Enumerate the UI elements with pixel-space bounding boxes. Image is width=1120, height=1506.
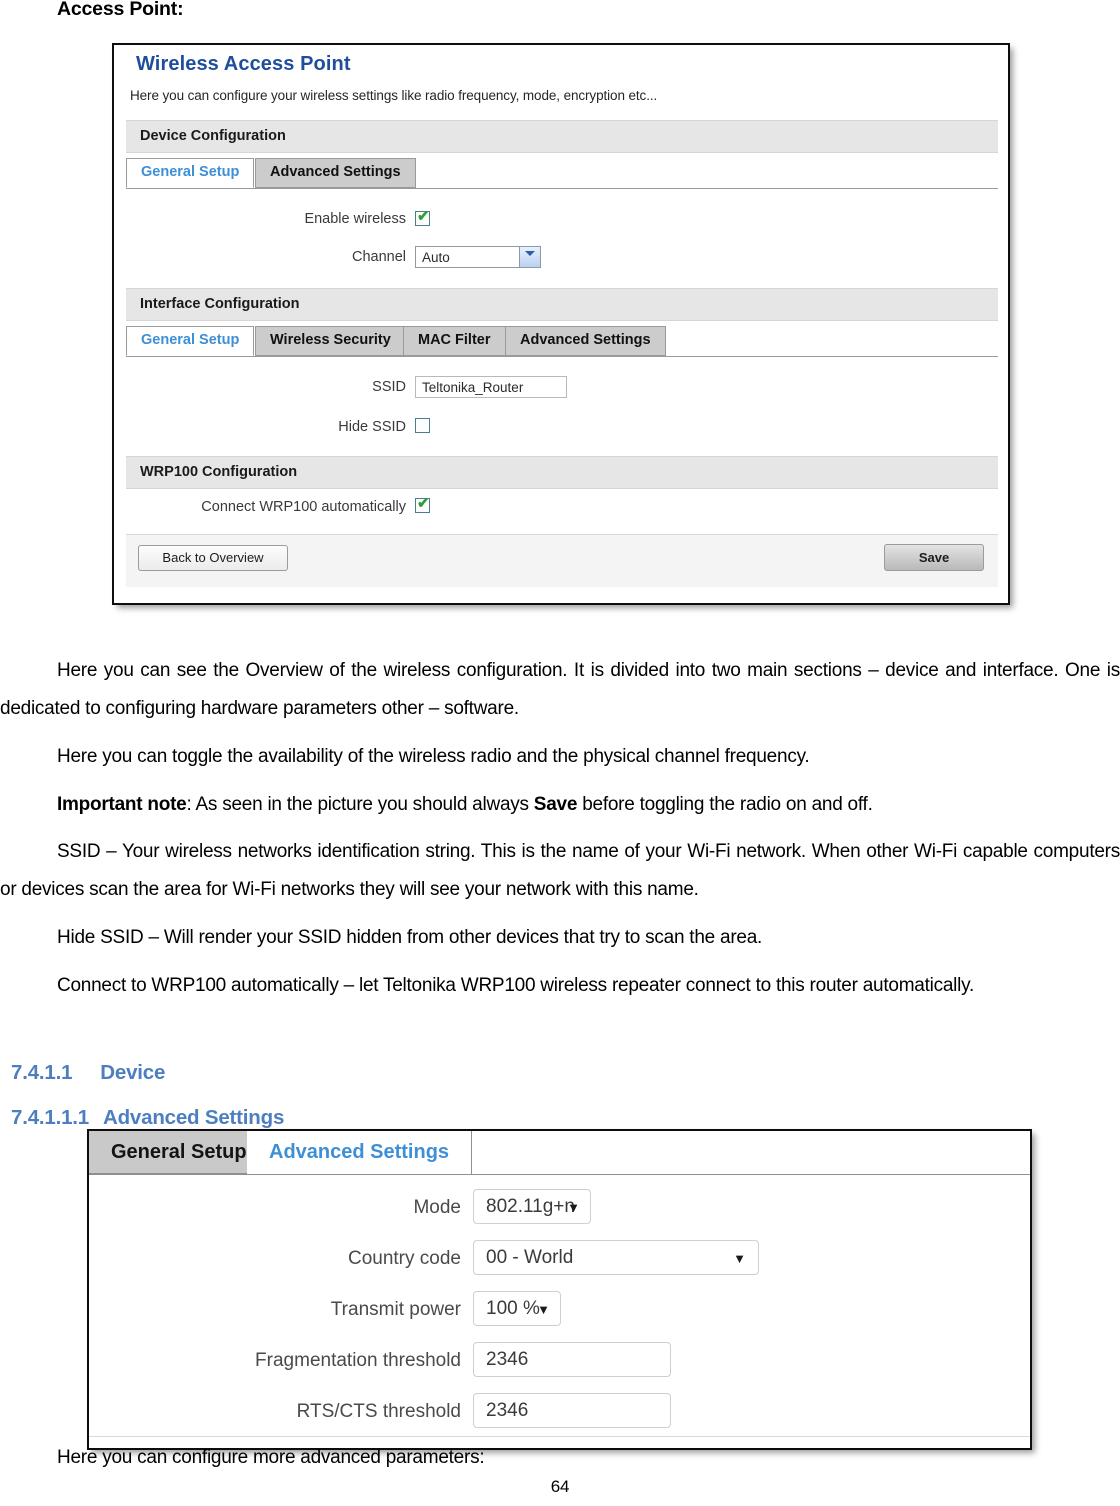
wrp100-configuration-legend-label: WRP100 Configuration — [140, 464, 298, 480]
divider — [89, 1436, 1030, 1437]
chevron-down-icon[interactable]: ▼ — [567, 1201, 580, 1214]
input-rts-cts-threshold[interactable]: 2346 — [473, 1393, 671, 1428]
chevron-down-icon[interactable] — [519, 247, 540, 267]
interface-configuration-legend: Interface Configuration — [126, 288, 998, 321]
heading-7-4-1-1-title: Device — [100, 1061, 166, 1084]
select-channel[interactable]: Auto — [415, 246, 541, 268]
paragraph-advanced-params: Here you can configure more advanced par… — [0, 1439, 1120, 1477]
label-hide-ssid: Hide SSID — [338, 419, 406, 435]
interface-tabbar: General Setup Wireless Security MAC Filt… — [126, 326, 998, 357]
paragraph-connect-wrp100: Connect to WRP100 automatically – let Te… — [0, 967, 1120, 1005]
important-note-save-word: Save — [533, 794, 578, 815]
advanced-settings-screenshot: General Setup Advanced Settings Mode 802… — [87, 1129, 1032, 1450]
chevron-down-icon[interactable]: ▼ — [537, 1303, 550, 1316]
wrp100-configuration-legend: WRP100 Configuration — [126, 456, 998, 489]
page-number: 64 — [550, 1477, 570, 1496]
checkbox-connect-wrp100[interactable]: ✔ — [415, 495, 430, 513]
heading-7-4-1-1-1: 7.4.1.1.1 Advanced Settings — [0, 1082, 284, 1130]
row-connect-wrp100: Connect WRP100 automatically ✔ — [114, 495, 1008, 525]
paragraph-hide-ssid: Hide SSID – Will render your SSID hidden… — [0, 919, 1120, 957]
tab-device-advanced-settings[interactable]: Advanced Settings — [255, 158, 416, 188]
paragraph-connect-wrp100-text: Connect to WRP100 automatically – let Te… — [57, 975, 974, 996]
tab-interface-mac-filter[interactable]: MAC Filter — [403, 326, 506, 356]
advanced-tabbar: General Setup Advanced Settings — [89, 1131, 1030, 1175]
row-fragmentation-threshold: Fragmentation threshold 2346 — [89, 1342, 1030, 1392]
input-fragmentation-threshold[interactable]: 2346 — [473, 1342, 671, 1377]
row-mode: Mode 802.11g+n ▼ — [89, 1189, 1030, 1239]
paragraph-toggle-radio-text: Here you can toggle the availability of … — [57, 746, 810, 767]
select-mode[interactable]: 802.11g+n ▼ — [473, 1189, 591, 1224]
device-configuration-legend: Device Configuration — [126, 120, 998, 153]
paragraph-advanced-params-text: Here you can configure more advanced par… — [57, 1447, 485, 1468]
paragraph-ssid-text: SSID – Your wireless networks identifica… — [0, 841, 1120, 900]
label-connect-wrp100: Connect WRP100 automatically — [201, 499, 406, 515]
tab-adv-advanced-settings[interactable]: Advanced Settings — [247, 1131, 473, 1174]
select-mode-value: 802.11g+n — [486, 1196, 575, 1217]
tab-adv-general-setup[interactable]: General Setup — [89, 1131, 270, 1174]
checkbox-hide-ssid[interactable] — [415, 418, 430, 433]
device-tabbar: General Setup Advanced Settings — [126, 158, 998, 189]
label-ssid: SSID — [372, 379, 406, 395]
tab-interface-general-setup[interactable]: General Setup — [126, 326, 255, 356]
save-button[interactable]: Save — [884, 544, 984, 571]
wireless-access-point-screenshot: Wireless Access Point Here you can confi… — [112, 43, 1010, 605]
interface-configuration-legend-label: Interface Configuration — [140, 296, 300, 312]
row-hide-ssid: Hide SSID — [114, 415, 1008, 445]
device-configuration-legend-label: Device Configuration — [140, 128, 286, 144]
select-transmit-power[interactable]: 100 % ▼ — [473, 1291, 561, 1326]
tab-interface-advanced-settings[interactable]: Advanced Settings — [505, 326, 666, 356]
check-glyph-icon: ✔ — [417, 208, 430, 225]
tab-interface-wireless-security[interactable]: Wireless Security — [255, 326, 406, 356]
paragraph-toggle-radio: Here you can toggle the availability of … — [0, 738, 1120, 776]
important-note-lead: Important note — [57, 794, 187, 815]
label-channel: Channel — [351, 249, 406, 265]
row-country-code: Country code 00 - World ▼ — [89, 1240, 1030, 1290]
label-rts-cts-threshold: RTS/CTS threshold — [296, 1401, 461, 1422]
heading-7-4-1-1-number: 7.4.1.1 — [11, 1061, 73, 1084]
heading-7-4-1-1-1-title: Advanced Settings — [103, 1106, 285, 1129]
row-channel: Channel Auto — [114, 245, 1008, 275]
input-ssid[interactable]: Teltonika_Router — [415, 376, 567, 398]
select-transmit-power-value: 100 % — [486, 1298, 540, 1319]
label-fragmentation-threshold: Fragmentation threshold — [255, 1350, 461, 1371]
checkbox-enable-wireless[interactable]: ✔ — [415, 208, 430, 226]
label-enable-wireless: Enable wireless — [304, 211, 406, 227]
label-country-code: Country code — [347, 1248, 461, 1269]
page-title: Access Point: — [57, 0, 184, 20]
row-ssid: SSID Teltonika_Router — [114, 375, 1008, 405]
chevron-down-icon[interactable]: ▼ — [733, 1252, 746, 1265]
row-enable-wireless: Enable wireless ✔ — [114, 207, 1008, 237]
paragraph-overview-text: Here you can see the Overview of the wir… — [0, 660, 1120, 719]
paragraph-overview: Here you can see the Overview of the wir… — [0, 652, 1120, 728]
ap-page-subtitle: Here you can configure your wireless set… — [130, 88, 658, 103]
form-footer: Back to Overview Save — [126, 534, 998, 587]
select-channel-value: Auto — [422, 250, 450, 265]
important-note-after: before toggling the radio on and off. — [577, 794, 873, 815]
paragraph-hide-ssid-text: Hide SSID – Will render your SSID hidden… — [57, 927, 763, 948]
select-country-code[interactable]: 00 - World ▼ — [473, 1240, 759, 1275]
paragraph-ssid: SSID – Your wireless networks identifica… — [0, 833, 1120, 909]
heading-7-4-1-1: 7.4.1.1 Device — [0, 1037, 165, 1085]
ap-page-title: Wireless Access Point — [136, 53, 351, 75]
check-glyph-icon: ✔ — [417, 495, 430, 512]
paragraph-important-note: Important note: As seen in the picture y… — [0, 786, 1120, 824]
label-transmit-power: Transmit power — [330, 1299, 461, 1320]
important-note-before: : As seen in the picture you should alwa… — [186, 794, 534, 815]
row-transmit-power: Transmit power 100 % ▼ — [89, 1291, 1030, 1341]
select-country-code-value: 00 - World — [486, 1247, 574, 1268]
heading-7-4-1-1-1-number: 7.4.1.1.1 — [11, 1106, 89, 1129]
tab-device-general-setup[interactable]: General Setup — [126, 158, 255, 188]
back-to-overview-button[interactable]: Back to Overview — [138, 545, 288, 571]
label-mode: Mode — [413, 1197, 461, 1218]
